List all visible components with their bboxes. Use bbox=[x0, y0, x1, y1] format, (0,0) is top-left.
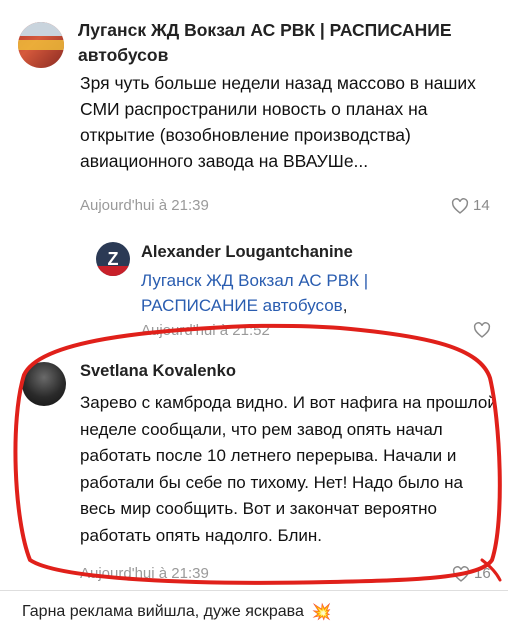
author-name[interactable]: Alexander Lougantchanine bbox=[141, 243, 353, 262]
heart-icon bbox=[451, 197, 469, 214]
comment-text: Луганск ЖД Вокзал АС РВК | РАСПИСАНИЕ ав… bbox=[141, 268, 481, 318]
timestamp[interactable]: Aujourd'hui à 21:39 bbox=[80, 197, 209, 214]
heart-icon bbox=[452, 565, 470, 582]
timestamp[interactable]: Aujourd'hui à 21:52 bbox=[141, 322, 270, 339]
avatar[interactable]: Z bbox=[96, 242, 130, 276]
mention-suffix: , bbox=[342, 296, 348, 315]
avatar[interactable] bbox=[18, 22, 64, 68]
like-count: 16 bbox=[474, 565, 491, 582]
author-name[interactable]: Луганск ЖД Вокзал АС РВК | РАСПИСАНИЕ ав… bbox=[78, 18, 488, 68]
timestamp[interactable]: Aujourd'hui à 21:39 bbox=[80, 565, 209, 582]
heart-icon bbox=[473, 322, 491, 338]
explosion-emoji: 💥 bbox=[311, 604, 332, 621]
comment-text: Зарево с камброда видно. И вот нафига на… bbox=[80, 393, 497, 545]
like-button[interactable] bbox=[473, 322, 491, 338]
divider bbox=[0, 590, 508, 591]
author-name[interactable]: Svetlana Kovalenko bbox=[80, 362, 236, 381]
avatar[interactable] bbox=[22, 362, 66, 406]
mention-link[interactable]: Луганск ЖД Вокзал АС РВК | РАСПИСАНИЕ ав… bbox=[141, 271, 368, 315]
like-button[interactable]: 16 bbox=[452, 565, 491, 582]
caption: Гарна реклама вийшла, дуже яскрава 💥 bbox=[22, 602, 332, 622]
comment-text: Зря чуть больше недели назад массово в н… bbox=[80, 73, 476, 171]
like-count: 14 bbox=[473, 197, 490, 214]
caption-text: Гарна реклама вийшла, дуже яскрава bbox=[22, 603, 304, 620]
like-button[interactable]: 14 bbox=[451, 197, 490, 214]
